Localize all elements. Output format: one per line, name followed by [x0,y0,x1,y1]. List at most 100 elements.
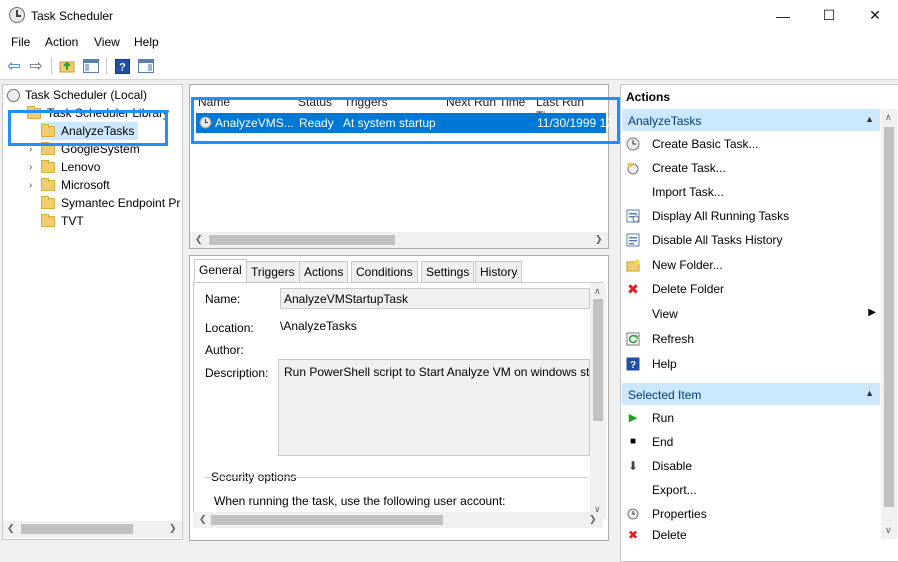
tab-actions[interactable]: Actions [299,261,349,282]
console-tree-pane: Task Scheduler (Local) Task Scheduler Li… [2,84,183,540]
action-create-task[interactable]: Create Task... [626,158,726,178]
tree-item-symantec[interactable]: Symantec Endpoint Pr [41,194,180,212]
action-view[interactable]: View ▶ [626,304,876,324]
refresh-icon [626,332,640,346]
scroll-up-icon[interactable]: ∧ [594,286,601,297]
tree-item-tvt[interactable]: TVT [41,212,84,230]
task-name-field[interactable]: AnalyzeVMStartupTask [280,288,590,309]
tab-settings[interactable]: Settings [421,261,475,282]
action-display-running-tasks[interactable]: Display All Running Tasks [626,206,789,226]
submenu-arrow-icon: ▶ [868,307,876,318]
column-header-status[interactable]: Status [298,95,332,109]
tree-item-microsoft[interactable]: › Microsoft [29,176,110,194]
up-folder-icon[interactable] [58,57,76,75]
action-help[interactable]: ? Help [626,354,677,374]
task-scheduler-clock-icon [7,88,20,102]
action-disable-tasks-history[interactable]: Disable All Tasks History [626,230,783,250]
detail-horizontal-scrollbar[interactable]: ❮ ❯ [193,512,603,528]
location-value: \AnalyzeTasks [280,319,357,333]
tree-item-lenovo[interactable]: › Lenovo [29,158,100,176]
actions-section-analyzetasks[interactable]: AnalyzeTasks ▲ [622,109,880,131]
location-label: Location: [205,321,254,335]
scroll-right-icon[interactable]: ❯ [589,514,597,525]
end-stop-icon: ■ [629,436,637,447]
scroll-left-icon[interactable]: ❮ [199,514,207,525]
tab-conditions[interactable]: Conditions [351,261,418,282]
table-row[interactable]: AnalyzeVMS... Ready At system startup 11… [196,113,613,133]
scrollbar-thumb[interactable] [593,299,603,421]
column-header-triggers[interactable]: Triggers [344,95,388,109]
back-arrow-icon[interactable]: ⇦ [5,57,23,75]
scroll-up-icon[interactable]: ∧ [885,112,892,123]
action-export[interactable]: Export... [626,480,697,500]
folder-icon [41,195,55,209]
action-new-folder[interactable]: New Folder... [626,255,723,275]
scroll-left-icon[interactable]: ❮ [7,523,15,534]
create-basic-task-icon [626,137,640,151]
scroll-right-icon[interactable]: ❯ [169,523,177,534]
action-create-basic-task[interactable]: Create Basic Task... [626,134,759,154]
svg-text:?: ? [630,360,636,371]
help-icon: ? [626,357,640,371]
action-refresh[interactable]: Refresh [626,329,694,349]
import-task-icon [626,185,640,199]
scroll-down-icon[interactable]: ∨ [885,525,892,536]
minimize-button[interactable]: — [760,0,806,31]
tree-root[interactable]: Task Scheduler (Local) [7,86,147,104]
action-end[interactable]: ■ End [626,432,673,452]
actions-vertical-scrollbar[interactable]: ∧ ∨ [881,109,897,539]
action-delete[interactable]: ✖ Delete [626,529,687,541]
maximize-button[interactable]: ☐ [806,0,852,31]
forward-arrow-icon[interactable]: ⇨ [27,57,45,75]
tree-horizontal-scrollbar[interactable]: ❮ ❯ [3,521,182,537]
menu-help[interactable]: Help [134,35,159,49]
chevron-right-icon[interactable]: › [29,180,41,191]
help-icon[interactable]: ? [113,57,131,75]
action-delete-folder[interactable]: ✖ Delete Folder [626,279,724,299]
task-list-pane: Name Status Triggers Next Run Time Last … [189,84,613,249]
folder-icon [41,213,55,227]
tree-item-analyzetasks[interactable]: AnalyzeTasks [41,122,139,140]
action-import-task[interactable]: Import Task... [626,182,724,202]
task-status: Ready [299,116,334,130]
action-disable[interactable]: ⬇ Disable [626,456,692,476]
tree-library[interactable]: Task Scheduler Library [27,104,169,122]
task-list-horizontal-scrollbar[interactable]: ❮ ❯ [190,232,608,248]
tab-history[interactable]: History [475,261,523,282]
menu-file[interactable]: File [11,35,30,49]
task-name: AnalyzeVMS... [215,116,294,130]
detail-vertical-scrollbar[interactable]: ∧ ∨ [590,283,606,519]
chevron-right-icon[interactable]: › [29,144,41,155]
tab-general[interactable]: General [194,259,247,282]
scroll-right-icon[interactable]: ❯ [595,234,603,245]
folder-icon [41,141,55,155]
scrollbar-thumb[interactable] [209,235,395,245]
collapse-caret-icon[interactable]: ▲ [865,114,874,124]
tree-item-googlesystem[interactable]: › GoogleSystem [29,140,140,158]
scroll-left-icon[interactable]: ❮ [195,234,203,245]
menu-action[interactable]: Action [45,35,78,49]
actions-section-selected-item[interactable]: Selected Item ▲ [622,383,880,405]
show-hide-console-tree-icon[interactable] [82,57,100,75]
chevron-right-icon[interactable]: › [29,162,41,173]
description-field[interactable]: Run PowerShell script to Start Analyze V… [278,359,590,456]
scrollbar-thumb[interactable] [21,524,133,534]
collapse-caret-icon[interactable]: ▲ [865,388,874,398]
actions-title: Actions [626,90,671,104]
action-run[interactable]: ▶ Run [626,408,674,428]
show-hide-action-pane-icon[interactable] [137,57,155,75]
svg-text:?: ? [119,61,126,73]
scrollbar-thumb[interactable] [211,515,443,525]
new-folder-icon [626,258,640,272]
menu-view[interactable]: View [94,35,120,49]
action-properties[interactable]: Properties [626,504,707,524]
tab-triggers[interactable]: Triggers [246,261,300,282]
name-label: Name: [205,292,241,306]
folder-icon [27,105,41,119]
folder-icon [41,177,55,191]
properties-clock-icon [626,507,640,521]
column-header-next-run[interactable]: Next Run Time [446,95,525,109]
column-header-name[interactable]: Name [198,95,230,109]
close-button[interactable]: ✕ [852,0,898,31]
scrollbar-thumb[interactable] [884,127,894,507]
